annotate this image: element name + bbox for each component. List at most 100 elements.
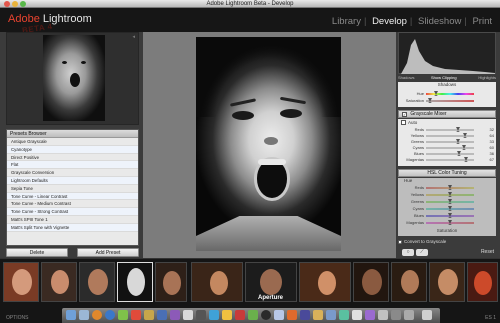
filmstrip-thumbnail[interactable] <box>467 262 498 302</box>
main-photo[interactable] <box>196 37 341 251</box>
app-icon[interactable] <box>248 310 258 320</box>
histogram-labels: Shadows Show Clipping Highlights <box>398 74 496 81</box>
filmstrip-thumbnail[interactable] <box>155 262 187 302</box>
finder-icon[interactable] <box>66 310 76 320</box>
navigator-preview[interactable]: ◂ <box>6 32 139 125</box>
calendar-icon[interactable] <box>131 310 141 320</box>
navigator-thumbnail <box>43 35 105 121</box>
hsl-magentas-slider[interactable]: Magentas <box>398 220 496 226</box>
preset-item[interactable]: Lightroom Defaults <box>7 176 138 185</box>
grayscale-mixer-panel: Auto Reds 32 Yellows 64 Greens 33 Cyans … <box>398 119 496 166</box>
preset-item[interactable]: Cyanotype <box>7 145 138 154</box>
filmstrip-thumbnail-selected[interactable] <box>117 262 153 302</box>
develop-tools: ○ ⟋ Reset <box>396 247 500 258</box>
collapse-icon[interactable]: ◂ <box>132 34 135 40</box>
module-library[interactable]: Library <box>332 16 361 27</box>
address-book-icon[interactable] <box>144 310 154 320</box>
right-panel: Shadows Show Clipping Highlights Shadows… <box>396 32 500 258</box>
terminal-icon[interactable] <box>196 310 206 320</box>
filmstrip-thumbnail[interactable] <box>41 262 77 302</box>
hsl-reds-slider[interactable]: Reds <box>398 185 496 191</box>
grayscale-mixer-header[interactable]: ✓ Grayscale Mixer <box>398 110 496 118</box>
show-clipping-label[interactable]: Show Clipping <box>431 74 457 81</box>
add-preset-button[interactable]: Add Preset <box>77 248 139 257</box>
grayscale-mixer-checkbox[interactable]: ✓ <box>402 112 407 117</box>
app-icon[interactable] <box>209 310 219 320</box>
white-balance-selector-icon[interactable]: ○ <box>402 249 414 256</box>
filmstrip-thumbnail[interactable] <box>391 262 427 302</box>
hsl-blues-slider[interactable]: Blues <box>398 213 496 219</box>
preset-item[interactable]: Matt's Split Tone with Vignette <box>7 223 138 232</box>
gray-magentas-slider[interactable]: Magentas 67 <box>398 157 496 163</box>
filmstrip-thumbnail[interactable] <box>353 262 389 302</box>
app-icon[interactable] <box>287 310 297 320</box>
delete-preset-button[interactable]: Delete <box>6 248 68 257</box>
app-icon[interactable] <box>326 310 336 320</box>
slider-label: Reds <box>414 185 424 190</box>
itunes-icon[interactable] <box>170 310 180 320</box>
split-toning-panel: Shadows Hue Saturation <box>398 82 496 107</box>
preset-item[interactable]: Direct Positive <box>7 154 138 162</box>
app-icon[interactable] <box>352 310 362 320</box>
app-icon[interactable] <box>313 310 323 320</box>
split-saturation-slider[interactable]: Saturation <box>398 98 496 104</box>
preset-item[interactable]: Tone Curve - Strong Contrast <box>7 208 138 216</box>
filmstrip-thumbnail[interactable] <box>3 262 39 302</box>
preset-item[interactable]: Sepia Tone <box>7 185 138 193</box>
photoshop-icon[interactable] <box>157 310 167 320</box>
filmstrip-thumbnail[interactable] <box>191 262 243 302</box>
filmstrip-thumbnail[interactable] <box>299 262 351 302</box>
module-slideshow[interactable]: Slideshow <box>418 16 461 27</box>
safari-icon[interactable] <box>105 310 115 320</box>
dock-shelf <box>62 308 440 323</box>
hsl-cyans-slider[interactable]: Cyans <box>398 206 496 212</box>
hsl-header[interactable]: HSL Color Tuning <box>398 169 496 177</box>
mail-icon[interactable] <box>79 310 89 320</box>
app-icon[interactable] <box>235 310 245 320</box>
trash-icon[interactable] <box>422 310 432 320</box>
app-icon[interactable] <box>365 310 375 320</box>
app-icon[interactable] <box>274 310 284 320</box>
hsl-yellows-slider[interactable]: Yellows <box>398 192 496 198</box>
presets-browser-header[interactable]: Presets Browser <box>7 130 138 138</box>
shadows-clipping-label[interactable]: Shadows <box>398 74 414 81</box>
split-toning-title: Shadows <box>437 82 457 87</box>
preset-item[interactable]: Matt's SPIII Tone 1 <box>7 216 138 224</box>
downloads-folder-icon[interactable] <box>404 310 414 320</box>
split-hue-slider[interactable]: Hue <box>398 91 496 97</box>
preset-item[interactable]: Tone Curve - Medium Contrast <box>7 200 138 209</box>
messages-icon[interactable] <box>118 310 128 320</box>
preset-item[interactable]: Tone Curve - Linear Contrast <box>7 192 138 201</box>
preset-buttons: Delete Add Preset <box>6 248 139 257</box>
auto-grayscale-checkbox[interactable] <box>401 120 406 125</box>
filmstrip-thumbnail[interactable] <box>79 262 115 302</box>
convert-grayscale-checkbox[interactable]: ✓ <box>398 240 402 245</box>
convert-grayscale-row[interactable]: ✓ Convert to Grayscale <box>398 239 446 245</box>
firefox-icon[interactable] <box>92 310 102 320</box>
slider-value[interactable]: 67 <box>478 157 494 163</box>
preset-item[interactable]: Flat <box>7 161 138 170</box>
filmstrip-thumbnail[interactable] <box>429 262 465 302</box>
hsl-greens-slider[interactable]: Greens <box>398 199 496 205</box>
slider-label: Cyans <box>412 206 424 211</box>
crop-tool-icon[interactable]: ⟋ <box>416 249 428 256</box>
app-icon[interactable] <box>222 310 232 320</box>
app-icon[interactable] <box>300 310 310 320</box>
app-icon[interactable] <box>339 310 349 320</box>
app-icon[interactable] <box>378 310 388 320</box>
preset-item[interactable]: Antique Grayscale <box>7 138 138 146</box>
reset-button[interactable]: Reset <box>481 249 494 255</box>
documents-folder-icon[interactable] <box>391 310 401 320</box>
window-title: Adobe Lightroom Beta - Develop <box>206 1 294 7</box>
aperture-icon[interactable] <box>261 310 271 320</box>
histogram-graph <box>401 39 495 74</box>
highlights-clipping-label[interactable]: Highlights <box>478 74 496 81</box>
module-print[interactable]: Print <box>472 16 492 27</box>
module-develop[interactable]: Develop <box>372 16 407 27</box>
module-picker: Library | Develop | Slideshow | Print <box>331 16 492 27</box>
preset-item[interactable]: Grayscale Conversion <box>7 169 138 177</box>
image-canvas[interactable] <box>143 32 396 258</box>
preview-icon[interactable] <box>183 310 193 320</box>
slider-label: Blues <box>413 213 424 218</box>
hsl-hue-label: Hue <box>404 178 413 183</box>
